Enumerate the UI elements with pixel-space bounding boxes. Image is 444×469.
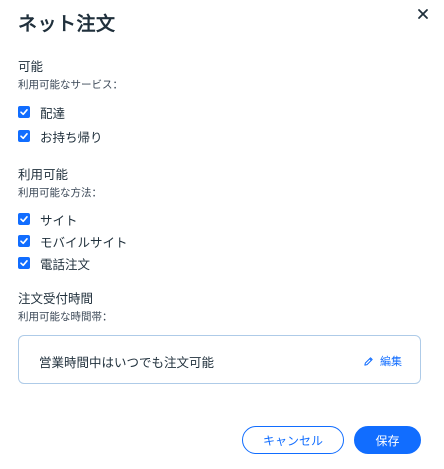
checkbox-label: 電話注文 (40, 256, 91, 272)
checkbox-box[interactable] (18, 235, 30, 247)
checkbox-box[interactable] (18, 106, 30, 118)
checkmark-icon (20, 108, 28, 116)
checkmark-icon (20, 259, 28, 267)
order-hours-value: 営業時間中はいつでも注文可能 (39, 355, 215, 370)
dialog-title: ネット注文 (18, 13, 116, 35)
hours-section-subtitle: 利用可能な時間帯： (18, 311, 113, 323)
checkmark-icon (20, 237, 28, 245)
save-button[interactable]: 保存 (354, 426, 421, 454)
checkbox-label: モバイルサイト (40, 234, 128, 250)
checkmark-icon (20, 132, 28, 140)
checkbox-label: お持ち帰り (40, 129, 103, 145)
edit-hours-label: 編集 (380, 355, 402, 368)
methods-section-title: 利用可能 (18, 167, 69, 182)
checkbox-takeout[interactable]: お持ち帰り (18, 128, 103, 145)
methods-section-subtitle: 利用可能な方法： (18, 187, 102, 199)
order-hours-box: 営業時間中はいつでも注文可能 編集 (18, 335, 421, 384)
online-order-dialog: ネット注文 可能 利用可能なサービス： 配達 お持ち帰り 利用可能 利用可能な方… (0, 0, 444, 469)
checkmark-icon (20, 215, 28, 223)
checkbox-box[interactable] (18, 257, 30, 269)
edit-hours-button[interactable]: 編集 (363, 353, 402, 369)
checkbox-label: サイト (40, 212, 78, 228)
services-section-subtitle: 利用可能なサービス： (18, 79, 123, 91)
close-button[interactable] (414, 5, 432, 23)
close-icon (418, 9, 428, 19)
pencil-icon (364, 356, 373, 366)
checkbox-phone-order[interactable]: 電話注文 (18, 255, 91, 272)
services-section-title: 可能 (18, 59, 44, 74)
checkbox-box[interactable] (18, 130, 30, 142)
checkbox-label: 配達 (40, 105, 66, 121)
checkbox-delivery[interactable]: 配達 (18, 104, 66, 121)
checkbox-site[interactable]: サイト (18, 211, 78, 228)
hours-section-title: 注文受付時間 (18, 291, 94, 306)
checkbox-mobile-site[interactable]: モバイルサイト (18, 233, 128, 250)
checkbox-box[interactable] (18, 213, 30, 225)
cancel-button[interactable]: キャンセル (242, 426, 344, 454)
